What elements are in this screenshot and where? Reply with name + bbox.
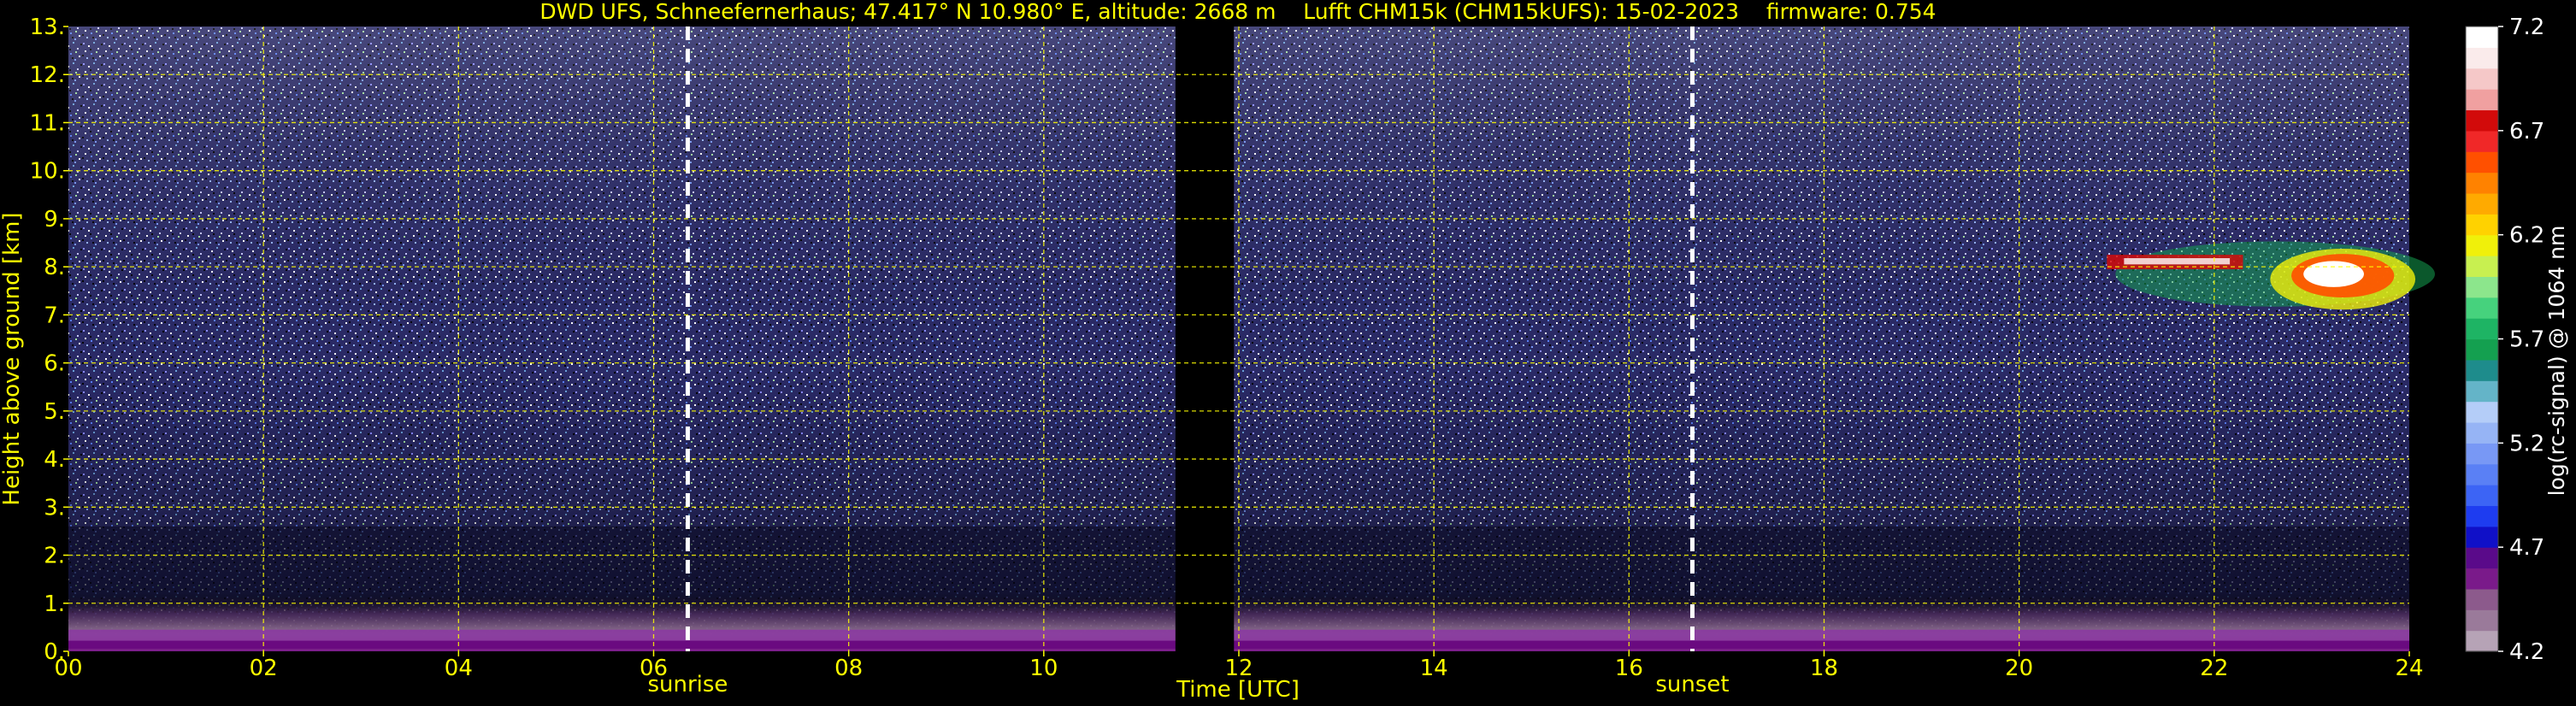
y-tick-label: 12.	[30, 62, 65, 88]
y-tick-label: 3.	[44, 495, 65, 521]
y-tick-label: 8.	[44, 255, 65, 280]
colorbar-segment	[2466, 505, 2498, 527]
colorbar-segment	[2466, 214, 2498, 236]
colorbar-segment	[2466, 151, 2498, 174]
colorbar-segment	[2466, 401, 2498, 423]
colorbar-segment	[2466, 359, 2498, 381]
x-tick-label: 16	[1615, 656, 1643, 681]
y-tick-label: 5.	[44, 399, 65, 425]
colorbar-segment	[2466, 109, 2498, 132]
colorbar-segment	[2466, 568, 2498, 590]
colorbar-segment	[2466, 463, 2498, 485]
colorbar-segment	[2466, 547, 2498, 569]
x-tick-label: 22	[2200, 656, 2228, 681]
colorbar-tick-label: 7.2	[2509, 15, 2544, 40]
y-tick-label: 6.	[44, 351, 65, 377]
colorbar-segment	[2466, 297, 2498, 319]
x-tick-label: 14	[1420, 656, 1448, 681]
colorbar-segment	[2466, 256, 2498, 277]
x-tick-label: 04	[445, 656, 473, 681]
y-tick-label: 11.	[30, 110, 65, 136]
colorbar-segment	[2466, 609, 2498, 632]
colorbar-segment	[2466, 47, 2498, 69]
chart-svg: sunrise sunset 00 02 04 06 08 10 12 14 16 18 20 22 24…	[0, 0, 2569, 703]
colorbar-segment	[2466, 588, 2498, 610]
y-tick-label: 9.	[44, 207, 65, 232]
y-tick-label: 10.	[30, 159, 65, 185]
colorbar-segment	[2466, 318, 2498, 340]
colorbar-segment	[2466, 526, 2498, 548]
x-axis-label: Time [UTC]	[1176, 677, 1300, 703]
data-gap	[1175, 26, 1235, 651]
colorbar-label: log(rc-signal) @ 1064 nm	[2544, 226, 2569, 497]
y-tick-label: 7.	[44, 303, 65, 328]
x-tick-label: 08	[834, 656, 863, 681]
colorbar-segment	[2466, 276, 2498, 298]
colorbar-segment	[2466, 192, 2498, 215]
x-tick-label: 02	[250, 656, 278, 681]
colorbar-segment	[2466, 421, 2498, 444]
colorbar-segment	[2466, 172, 2498, 194]
y-tick-label: 4.	[44, 447, 65, 473]
colorbar-tick-label: 4.2	[2509, 639, 2544, 665]
colorbar-segment	[2466, 338, 2498, 361]
x-tick-label: 24	[2395, 656, 2423, 681]
y-axis-label: Height above ground [km]	[0, 212, 25, 505]
colorbar-segment	[2466, 630, 2498, 652]
y-tick-label: 13.	[30, 15, 65, 40]
colorbar-tick-label: 4.7	[2509, 535, 2544, 561]
colorbar-tick-label: 6.7	[2509, 119, 2544, 144]
x-tick-label: 20	[2005, 656, 2033, 681]
cloud-peak	[2303, 261, 2364, 287]
colorbar-segment	[2466, 89, 2498, 111]
x-tick-label: 06	[640, 656, 668, 681]
sunset-label: sunset	[1655, 672, 1729, 697]
colorbar-segment	[2466, 130, 2498, 152]
colorbar-segment	[2466, 68, 2498, 90]
colorbar-tick-label: 5.2	[2509, 431, 2544, 456]
colorbar-tick-label: 6.2	[2509, 223, 2544, 249]
y-tick-label: 2.	[44, 544, 65, 569]
colorbar: 4.2 4.7 5.2 5.7 6.2 6.7 7.2	[2465, 15, 2544, 665]
colorbar-segment	[2466, 234, 2498, 256]
plot-background	[68, 26, 2435, 651]
x-tick-label: 18	[1810, 656, 1838, 681]
y-tick-label: 1.	[44, 591, 65, 617]
ceilometer-chart: sunrise sunset 00 02 04 06 08 10 12 14 16 18 20 22 24…	[0, 0, 2576, 706]
y-tick-label: 0.	[44, 639, 65, 665]
colorbar-tick-label: 5.7	[2509, 327, 2544, 353]
colorbar-segment	[2466, 485, 2498, 507]
chart-title: DWD UFS, Schneefernerhaus; 47.417° N 10.…	[539, 0, 1936, 24]
colorbar-segment	[2466, 380, 2498, 403]
colorbar-segment	[2466, 26, 2498, 48]
x-tick-label: 10	[1029, 656, 1058, 681]
colorbar-segment	[2466, 443, 2498, 465]
